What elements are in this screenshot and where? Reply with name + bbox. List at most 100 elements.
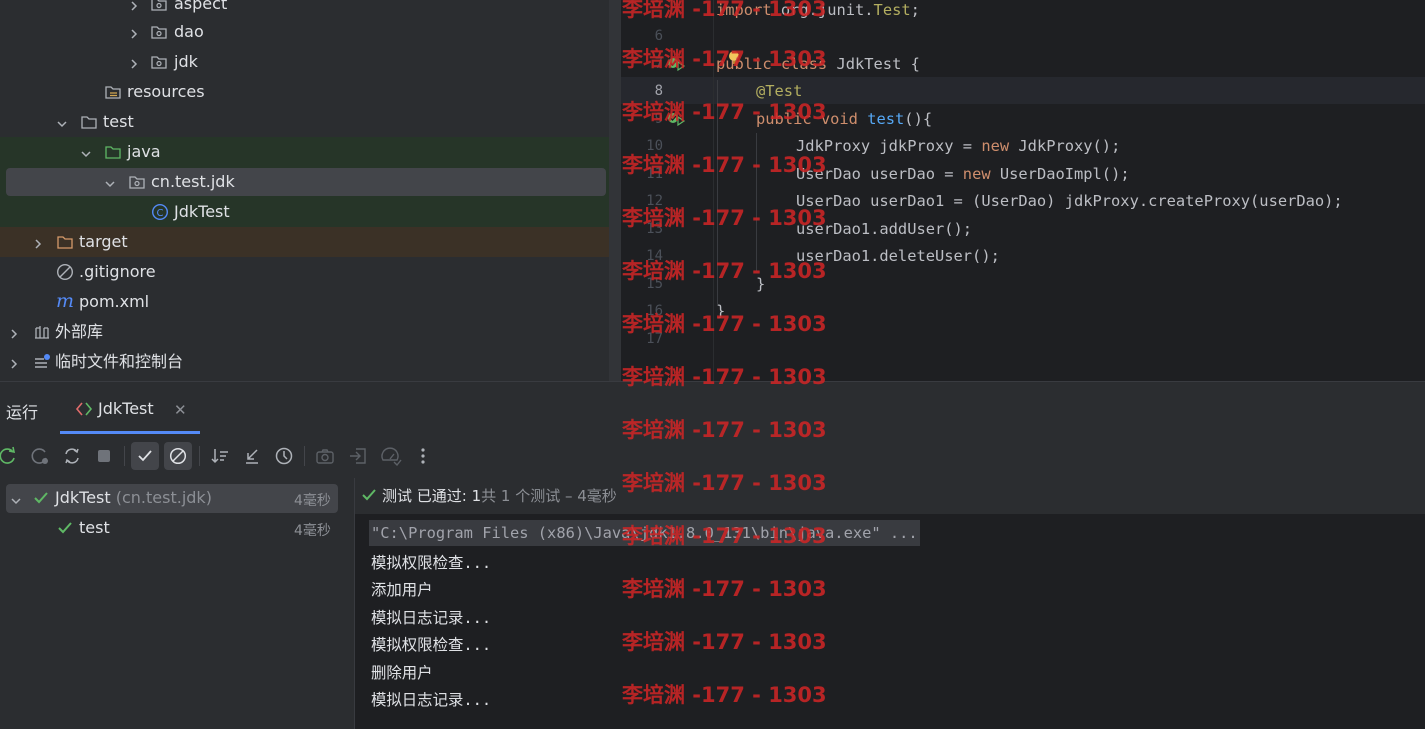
sort-button[interactable] [206, 442, 234, 470]
code-token: new [981, 137, 1010, 155]
run-test-class-icon[interactable] [666, 56, 686, 78]
stop-button[interactable] [90, 442, 118, 470]
tree-item-pom[interactable]: m pom.xml [0, 287, 614, 317]
indent-guide [756, 133, 757, 271]
folder-icon [80, 113, 98, 131]
chevron-down-icon[interactable] [10, 492, 22, 511]
run-test-method-icon[interactable] [666, 111, 686, 133]
code-token: UserDao userDao = [796, 165, 963, 183]
test-row-jdktest[interactable]: JdkTest (cn.test.jdk) 4毫秒 [6, 484, 338, 513]
tree-item-java[interactable]: java [0, 137, 614, 167]
code-line-16: } [716, 302, 726, 320]
code-line-10: JdkProxy jdkProxy = new JdkProxy(); [796, 136, 1120, 156]
code-line-14: userDao1.deleteUser(); [796, 247, 1000, 265]
test-results-tree: JdkTest (cn.test.jdk) 4毫秒 test 4毫秒 [0, 478, 354, 729]
resources-folder-icon [104, 83, 122, 101]
status-passed: 测试 已通过: 1 [382, 487, 482, 505]
test-row-test[interactable]: test 4毫秒 [6, 514, 338, 543]
chevron-right-icon[interactable] [128, 0, 140, 11]
package-folder-icon [128, 173, 146, 191]
current-line-highlight [621, 77, 1425, 104]
status-total: 共 1 个测试 – 4毫秒 [481, 487, 617, 505]
line-number: 7 [654, 56, 663, 72]
import-tests-button[interactable] [344, 442, 372, 470]
project-tree-panel: aspect dao jdk resources test java cn.te… [0, 0, 614, 381]
show-ignored-toggle[interactable] [164, 442, 192, 470]
tree-item-target[interactable]: target [0, 227, 614, 257]
chevron-down-icon[interactable] [56, 115, 68, 128]
line-number: 17 [646, 331, 663, 347]
test-passed-icon [360, 486, 378, 508]
tree-item-scratches[interactable]: 临时文件和控制台 [0, 347, 614, 377]
more-options-icon[interactable] [409, 442, 437, 470]
code-token: UserDaoImpl(); [990, 165, 1130, 183]
code-token: JdkTest { [827, 55, 920, 73]
excluded-folder-icon [56, 233, 74, 251]
rerun-failed-button[interactable] [26, 442, 54, 470]
tree-item-label: test [103, 112, 134, 131]
console-command-line[interactable]: "C:\Program Files (x86)\Java\jdk1.8.0_13… [369, 520, 920, 546]
console-line: 模拟日志记录... [371, 691, 492, 709]
tree-item-external-libraries[interactable]: 外部库 [0, 317, 614, 347]
chevron-right-icon[interactable] [128, 25, 140, 39]
tree-item-test[interactable]: test [0, 107, 614, 137]
tree-item-label: dao [174, 22, 204, 41]
code-token: JdkProxy(); [1009, 137, 1121, 155]
line-number: 10 [646, 138, 663, 154]
chevron-down-icon[interactable] [104, 175, 116, 188]
test-passed-icon [56, 519, 74, 541]
tree-item-label: java [127, 142, 161, 161]
code-token: Test [873, 1, 911, 19]
console-line: 删除用户 [371, 664, 433, 682]
test-duration: 4毫秒 [294, 523, 331, 539]
test-config-icon [74, 400, 94, 422]
code-line-import: import org.junit.Test; [716, 0, 920, 20]
show-passed-toggle[interactable] [131, 442, 159, 470]
close-icon[interactable]: ✕ [174, 401, 187, 419]
test-package: (cn.test.jdk) [110, 488, 212, 507]
run-tab-title[interactable]: 运行 [6, 399, 38, 423]
console-line: 模拟权限检查... [371, 554, 492, 572]
tree-item-dao[interactable]: dao [0, 17, 614, 47]
test-history-button[interactable] [270, 442, 298, 470]
tree-item-gitignore[interactable]: .gitignore [0, 257, 614, 287]
chevron-right-icon[interactable] [8, 325, 20, 339]
chevron-down-icon[interactable] [80, 145, 92, 158]
line-number: 6 [654, 28, 663, 44]
chevron-right-icon[interactable] [128, 55, 140, 69]
tree-item-label: jdk [174, 52, 198, 71]
screenshot-button[interactable] [311, 442, 339, 470]
tree-item-package-cn-test-jdk[interactable]: cn.test.jdk [0, 167, 614, 197]
test-name: test [79, 518, 110, 537]
coverage-button[interactable] [377, 442, 405, 470]
code-token: new [962, 165, 991, 183]
collapse-all-button[interactable] [238, 442, 266, 470]
rerun-button[interactable] [0, 442, 22, 470]
tree-item-resources[interactable]: resources [0, 77, 614, 107]
tree-item-jdk[interactable]: jdk [0, 47, 614, 77]
tab-label: JdkTest [98, 399, 154, 418]
panel-splitter[interactable] [609, 0, 621, 381]
indent-guide [717, 80, 718, 304]
test-source-folder-icon [104, 143, 122, 161]
package-folder-icon [150, 53, 168, 71]
chevron-right-icon[interactable] [8, 355, 20, 369]
tree-item-label: 临时文件和控制台 [55, 352, 184, 371]
toggle-auto-test-button[interactable] [58, 442, 86, 470]
code-token: test [867, 110, 905, 128]
tree-item-jdktest[interactable]: C JdkTest [0, 197, 614, 227]
class-icon: C [151, 203, 169, 221]
line-number: 15 [646, 276, 663, 292]
line-number: 12 [646, 193, 663, 209]
line-number: 8 [654, 83, 663, 99]
tree-item-label: pom.xml [79, 292, 150, 311]
chevron-right-icon[interactable] [32, 235, 44, 249]
code-line-11: UserDao userDao = new UserDaoImpl(); [796, 164, 1130, 184]
code-token: JdkProxy jdkProxy = [796, 137, 982, 155]
toolbar-separator [304, 446, 305, 466]
package-folder-icon [150, 23, 168, 41]
console-output[interactable]: 测试 已通过: 1共 1 个测试 – 4毫秒 "C:\Program Files… [354, 478, 1425, 729]
code-line-13: userDao1.addUser(); [796, 220, 973, 238]
tree-item-label: resources [127, 82, 205, 101]
tab-jdktest[interactable]: JdkTest ✕ [60, 388, 200, 434]
